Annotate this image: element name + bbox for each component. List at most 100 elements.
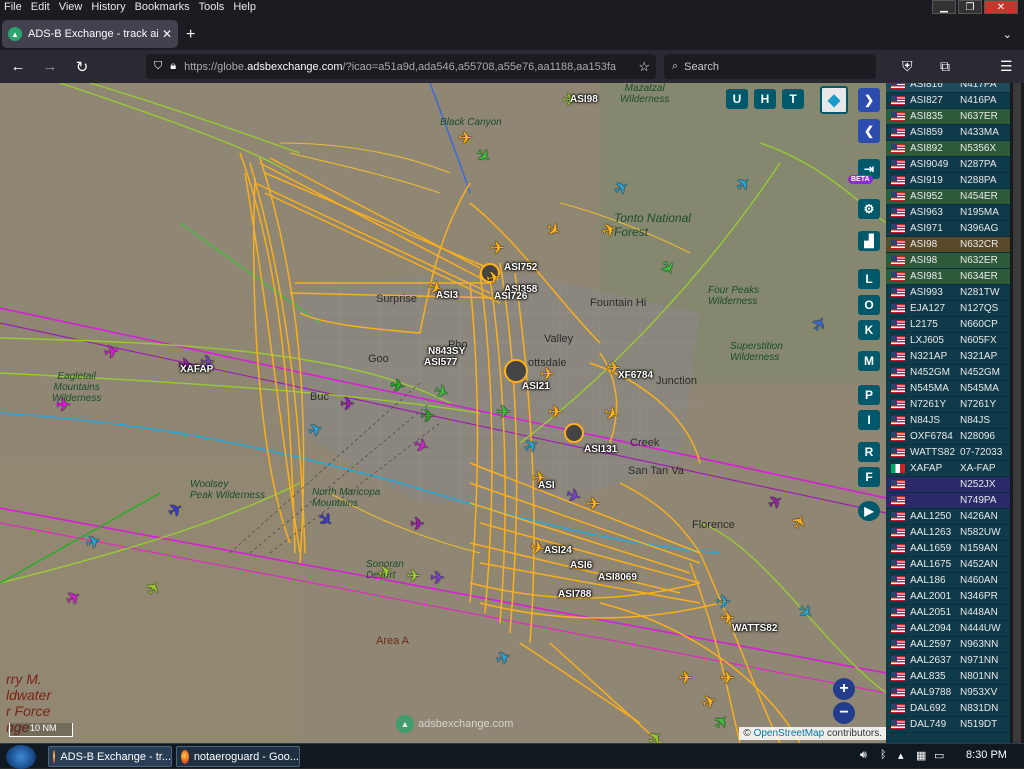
menu-bookmarks[interactable]: Bookmarks	[135, 1, 190, 13]
bluetooth-icon[interactable]: ᛒ	[880, 749, 887, 761]
close-tab-icon[interactable]: ✕	[162, 27, 172, 41]
aircraft-list-row[interactable]: N749PA	[886, 493, 1010, 509]
aircraft-icon[interactable]: ✈	[406, 567, 421, 585]
network-icon[interactable]: ▦	[916, 749, 926, 762]
aircraft-icon[interactable]: ✈	[102, 341, 120, 363]
aircraft-icon[interactable]: ✈	[430, 569, 445, 587]
aircraft-list-row[interactable]: N545MA N545MA	[886, 381, 1010, 397]
aircraft-icon[interactable]: ✈	[720, 669, 735, 687]
reload-button[interactable]: ↻	[68, 53, 96, 81]
aircraft-label[interactable]: ASI	[538, 480, 555, 491]
aircraft-list-row[interactable]: AAL9788 N953XV	[886, 685, 1010, 701]
aircraft-icon[interactable]: ✈	[340, 395, 355, 413]
aircraft-list-row[interactable]: WATTS82 07-72033	[886, 445, 1010, 461]
aircraft-label[interactable]: ASI726	[494, 291, 527, 302]
stats-button[interactable]: ▟	[858, 231, 880, 251]
aircraft-icon[interactable]: ✈	[548, 403, 563, 421]
u-toggle-button[interactable]: U	[726, 89, 748, 109]
aircraft-label[interactable]: ASI21	[522, 381, 550, 392]
aircraft-list-row[interactable]: DAL692 N831DN	[886, 701, 1010, 717]
aircraft-list-row[interactable]: AAL2597 N963NN	[886, 637, 1010, 653]
aircraft-list-row[interactable]: ASI835 N637ER	[886, 109, 1010, 125]
menu-tools[interactable]: Tools	[199, 1, 225, 13]
aircraft-list-row[interactable]: AAL835 N801NN	[886, 669, 1010, 685]
aircraft-list-row[interactable]: AAL186 N460AN	[886, 573, 1010, 589]
menu-edit[interactable]: Edit	[31, 1, 50, 13]
aircraft-list-row[interactable]: ASI827 N416PA	[886, 93, 1010, 109]
i-toggle-button[interactable]: I	[858, 410, 880, 430]
map-layers-button[interactable]: ◆	[820, 86, 848, 114]
aircraft-icon[interactable]: ✈	[410, 515, 425, 533]
aircraft-label[interactable]: ASI752	[504, 262, 537, 273]
aircraft-icon[interactable]: ✈	[716, 593, 731, 611]
aircraft-label[interactable]: N843SY	[428, 346, 465, 357]
h-toggle-button[interactable]: H	[754, 89, 776, 109]
aircraft-icon[interactable]: ✈	[586, 495, 601, 513]
menu-file[interactable]: File	[4, 1, 22, 13]
aircraft-list-row[interactable]: AAL1675 N452AN	[886, 557, 1010, 573]
m-toggle-button[interactable]: M	[858, 351, 880, 371]
aircraft-list-row[interactable]: N252JX	[886, 477, 1010, 493]
aircraft-list-row[interactable]: OXF6784 N28096	[886, 429, 1010, 445]
aircraft-list-row[interactable]: AAL1263 N582UW	[886, 525, 1010, 541]
aircraft-list-row[interactable]: XAFAP XA-FAP	[886, 461, 1010, 477]
l-toggle-button[interactable]: L	[858, 269, 880, 289]
aircraft-list-row[interactable]: LXJ605 N605FX	[886, 333, 1010, 349]
taskbar-task-notaeroguard[interactable]: notaeroguard - Goo...	[176, 746, 300, 767]
aircraft-list-row[interactable]: ASI963 N195MA	[886, 205, 1010, 221]
aircraft-label[interactable]: ASI788	[558, 589, 591, 600]
aircraft-list-row[interactable]: ASI9049 N287PA	[886, 157, 1010, 173]
aircraft-list-row[interactable]: EJA127 N127QS	[886, 301, 1010, 317]
minimize-button[interactable]: ▁	[932, 0, 956, 14]
menu-history[interactable]: History	[91, 1, 125, 13]
url-bar[interactable]: ⛉ 🔒︎ https://globe.adsbexchange.com/?ica…	[146, 54, 656, 79]
tab-adsb-exchange[interactable]: ▲ ADS-B Exchange - track aircraft ✕	[2, 20, 178, 48]
forward-button[interactable]: →	[36, 53, 64, 81]
osm-link[interactable]: OpenStreetMap	[754, 728, 825, 739]
aircraft-list-row[interactable]: N84JS N84JS	[886, 413, 1010, 429]
map-canvas[interactable]	[0, 83, 886, 743]
zoom-out-button[interactable]: −	[833, 702, 855, 724]
list-all-tabs-button[interactable]: ⌄	[1003, 28, 1012, 41]
aircraft-label[interactable]: ASI8069	[598, 572, 637, 583]
aircraft-list-row[interactable]: ASI919 N288PA	[886, 173, 1010, 189]
aircraft-list-row[interactable]: ASI859 N433MA	[886, 125, 1010, 141]
close-window-button[interactable]: ✕	[984, 0, 1018, 14]
battery-icon[interactable]: ▭	[934, 749, 944, 762]
p-toggle-button[interactable]: P	[858, 385, 880, 405]
r-toggle-button[interactable]: R	[858, 442, 880, 462]
volume-icon[interactable]: 🔊︎	[860, 749, 867, 762]
aircraft-icon[interactable]: ✈	[484, 267, 502, 289]
o-toggle-button[interactable]: O	[858, 295, 880, 315]
tracking-protection-icon[interactable]: ⛉	[154, 60, 162, 73]
aircraft-list-row[interactable]: ASI981 N634ER	[886, 269, 1010, 285]
tray-expand-icon[interactable]: ▴	[898, 749, 904, 762]
bookmark-star-icon[interactable]: ☆	[638, 59, 650, 75]
zoom-in-button[interactable]: +	[833, 678, 855, 700]
aircraft-list-row[interactable]: ASI98 N632CR	[886, 237, 1010, 253]
expand-sidebar-button[interactable]: ❯	[858, 88, 880, 112]
aircraft-list-row[interactable]: AAL2051 N448AN	[886, 605, 1010, 621]
aircraft-label[interactable]: ASI3	[436, 290, 458, 301]
aircraft-list-row[interactable]: N7261Y N7261Y	[886, 397, 1010, 413]
extensions-icon[interactable]: ⧉	[940, 58, 950, 75]
f-toggle-button[interactable]: F	[858, 467, 880, 487]
search-box[interactable]: ⌕ Search	[664, 54, 876, 79]
aircraft-icon[interactable]: ✈	[458, 129, 473, 147]
aircraft-label[interactable]: XAFAP	[180, 364, 213, 375]
collapse-sidebar-button[interactable]: ❮	[858, 119, 880, 143]
clock[interactable]: 8:30 PM	[966, 749, 1007, 761]
url-text[interactable]: https://globe.adsbexchange.com/?icao=a51…	[184, 61, 632, 73]
aircraft-icon[interactable]: ✈	[678, 669, 693, 687]
aircraft-icon[interactable]: ✈	[490, 239, 505, 257]
menu-view[interactable]: View	[59, 1, 83, 13]
settings-button[interactable]: ⚙	[858, 199, 880, 219]
taskbar-task-adsb[interactable]: ADS-B Exchange - tr...	[48, 746, 172, 767]
start-button[interactable]	[6, 745, 36, 769]
new-tab-button[interactable]: +	[186, 26, 195, 44]
aircraft-icon[interactable]: ✈	[56, 396, 71, 414]
aircraft-list-row[interactable]: AAL2637 N971NN	[886, 653, 1010, 669]
map-view[interactable]: Mazatzal Wilderness Tonto National Fores…	[0, 83, 886, 743]
t-toggle-button[interactable]: T	[782, 89, 804, 109]
aircraft-label[interactable]: ASI24	[544, 545, 572, 556]
